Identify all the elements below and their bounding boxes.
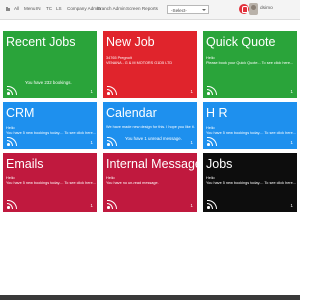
tile-message: You have 232 bookings. (25, 80, 72, 85)
tile-quick-quote[interactable]: Quick Quote Hello Please book your Quick… (203, 31, 297, 98)
chevron-down-icon (202, 9, 206, 11)
tile-title: Emails (6, 157, 44, 171)
tile-recent-jobs[interactable]: Recent Jobs You have 232 bookings. 1 (3, 31, 97, 98)
tile-count: 1 (290, 140, 293, 145)
tile-count: 1 (190, 89, 193, 94)
rss-icon (107, 85, 117, 95)
nav-item-menu[interactable]: Menu (24, 6, 36, 11)
branch-select-value: -Select- (171, 7, 187, 13)
footer-bar (0, 295, 300, 300)
bell-icon[interactable] (239, 4, 249, 14)
tile-message: You have 1 unread message. (125, 136, 182, 141)
user-name[interactable]: dsimo (260, 6, 273, 11)
rss-icon (7, 136, 17, 146)
tile-emails[interactable]: Emails Hello You have 5 new bookings tod… (3, 153, 97, 212)
rss-icon (107, 199, 117, 209)
nav-item-ls[interactable]: LS (56, 6, 62, 11)
tile-internal-message[interactable]: Internal Message Hello You have no un-re… (103, 153, 197, 212)
rss-icon (207, 136, 217, 146)
avatar[interactable] (249, 3, 258, 15)
tile-title: H R (206, 106, 228, 120)
tile-count: 1 (190, 203, 193, 208)
tile-line: Please book your Quick Quote... To see c… (206, 61, 294, 65)
nav-item-screen-reports[interactable]: Screen Reports (126, 6, 158, 11)
branch-select[interactable]: -Select- (167, 5, 209, 14)
tile-line: You have 5 new bookings today.... To see… (6, 131, 96, 135)
tile-count: 1 (290, 203, 293, 208)
tile-jobs[interactable]: Jobs Hello You have 5 new bookings today… (203, 153, 297, 212)
tile-line: You have 5 new bookings today.... To see… (206, 181, 296, 185)
tile-line: You have 5 new bookings today.... To see… (6, 181, 96, 185)
tile-count: 1 (290, 89, 293, 94)
tile-line: You have 5 new bookings today.... To see… (206, 131, 296, 135)
tile-title: New Job (106, 35, 155, 49)
tile-line: VENANA - G & M MOTORS G1D5 LTD (106, 61, 173, 65)
tile-count: 1 (90, 140, 93, 145)
tile-title: Calendar (106, 106, 157, 120)
tile-hr[interactable]: H R Hello You have 5 new bookings today.… (203, 102, 297, 149)
top-navigation-bar: All Menu IN TC LS Company Admin Branch A… (0, 0, 300, 20)
tile-title: Internal Message (106, 157, 197, 171)
nav-item-company-admin[interactable]: Company Admin (67, 6, 101, 11)
tile-line: We have made new design for this. I hope… (106, 125, 195, 129)
tile-count: 1 (90, 203, 93, 208)
tile-new-job[interactable]: New Job 34765 Pregnolt VENANA - G & M MO… (103, 31, 197, 98)
rss-icon (7, 85, 17, 95)
rss-icon (207, 85, 217, 95)
nav-item-in[interactable]: IN (36, 6, 41, 11)
tile-line: You have no un-read message. (106, 181, 159, 185)
tile-calendar[interactable]: Calendar We have made new design for thi… (103, 102, 197, 149)
tile-title: Recent Jobs (6, 35, 76, 49)
tile-title: Quick Quote (206, 35, 276, 49)
rss-icon (107, 136, 117, 146)
nav-item-branch-admin[interactable]: Branch Admin (97, 6, 126, 11)
tile-crm[interactable]: CRM Hello You have 5 new bookings today.… (3, 102, 97, 149)
tile-count: 1 (190, 140, 193, 145)
rss-icon (207, 199, 217, 209)
tile-title: Jobs (206, 157, 233, 171)
tile-title: CRM (6, 106, 35, 120)
tile-count: 1 (90, 89, 93, 94)
rss-icon (7, 199, 17, 209)
nav-item-all[interactable]: All (14, 6, 19, 11)
chart-icon[interactable] (6, 7, 10, 11)
nav-item-tc[interactable]: TC (46, 6, 52, 11)
